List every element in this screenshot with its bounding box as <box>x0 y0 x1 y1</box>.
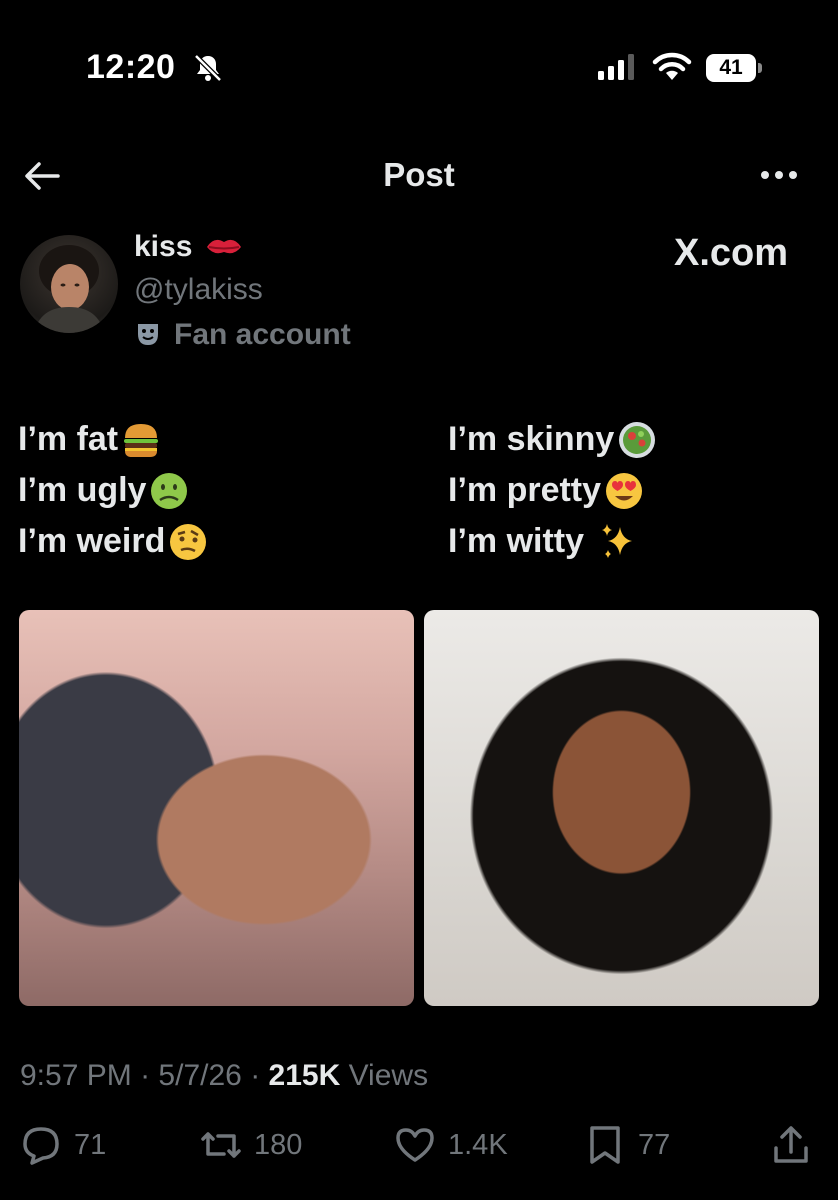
views-count: 215K <box>268 1059 341 1092</box>
repost-button[interactable]: 180 <box>200 1124 302 1166</box>
post-line-text: I’m pretty <box>448 471 602 509</box>
kiss-mark-icon <box>207 239 241 254</box>
x-watermark: X.com <box>674 232 789 274</box>
post-line: I’m witty <box>448 516 658 567</box>
share-button[interactable] <box>770 1124 812 1166</box>
post-line-text: I’m skinny <box>448 420 615 458</box>
reply-count: 71 <box>74 1128 107 1161</box>
heart-eyes-emoji-icon <box>606 472 643 509</box>
theater-masks-icon <box>138 324 158 345</box>
reply-icon <box>23 1127 59 1165</box>
meta-separator: · <box>140 1059 151 1092</box>
post-line: I’m fat <box>18 414 209 465</box>
battery-nub <box>758 63 762 73</box>
repost-count: 180 <box>254 1128 303 1161</box>
post-text-left: I’m fat I’m ugly I’m weird <box>18 414 209 567</box>
views-label: Views <box>348 1059 429 1092</box>
salad-emoji-icon <box>619 421 656 458</box>
meta-separator: · <box>250 1059 261 1092</box>
post-date: 5/7/26 <box>158 1059 242 1092</box>
post-meta: 9:57 PM · 5/7/26 · 215K Views <box>20 1059 428 1093</box>
display-name[interactable]: kiss <box>134 230 192 264</box>
like-count: 1.4K <box>448 1128 508 1161</box>
nauseated-face-emoji-icon <box>151 472 188 509</box>
user-handle[interactable]: @tylakiss <box>134 273 263 307</box>
battery-indicator: 41 <box>706 54 756 82</box>
bell-muted-icon <box>194 54 222 82</box>
post-line-text: I’m fat <box>18 420 119 458</box>
reply-button[interactable]: 71 <box>20 1124 106 1166</box>
heart-icon <box>396 1128 434 1162</box>
bookmark-button[interactable]: 77 <box>584 1124 670 1166</box>
bookmark-icon <box>590 1126 620 1164</box>
post-line-text: I’m ugly <box>18 471 147 509</box>
post-line: I’m skinny <box>448 414 658 465</box>
like-button[interactable]: 1.4K <box>394 1124 508 1166</box>
post-image-1[interactable] <box>19 610 414 1006</box>
post-time: 9:57 PM <box>20 1059 132 1092</box>
face-with-raised-eyebrow-emoji-icon <box>170 523 207 560</box>
repost-icon <box>201 1132 241 1158</box>
badge-label: Fan account <box>174 318 351 351</box>
bookmark-count: 77 <box>638 1128 671 1161</box>
post-line: I’m pretty <box>448 465 658 516</box>
more-options-icon[interactable] <box>758 168 800 182</box>
avatar[interactable] <box>20 235 118 333</box>
post-image-2[interactable] <box>424 610 819 1006</box>
page-title: Post <box>383 156 455 193</box>
sparkles-emoji-icon <box>602 523 633 558</box>
post-text-right: I’m skinny I’m pretty I’m witty <box>448 414 658 567</box>
post-line-text: I’m witty <box>448 522 585 560</box>
post-line-text: I’m weird <box>18 522 166 560</box>
share-icon <box>774 1126 808 1163</box>
avatar-portrait <box>34 245 104 333</box>
post-line: I’m weird <box>18 516 209 567</box>
wifi-icon <box>652 52 692 80</box>
burger-emoji-icon <box>124 423 159 457</box>
post-line: I’m ugly <box>18 465 209 516</box>
cell-signal-icon <box>598 54 634 80</box>
fan-account-badge: Fan account <box>134 318 351 352</box>
status-time: 12:20 <box>86 48 176 86</box>
